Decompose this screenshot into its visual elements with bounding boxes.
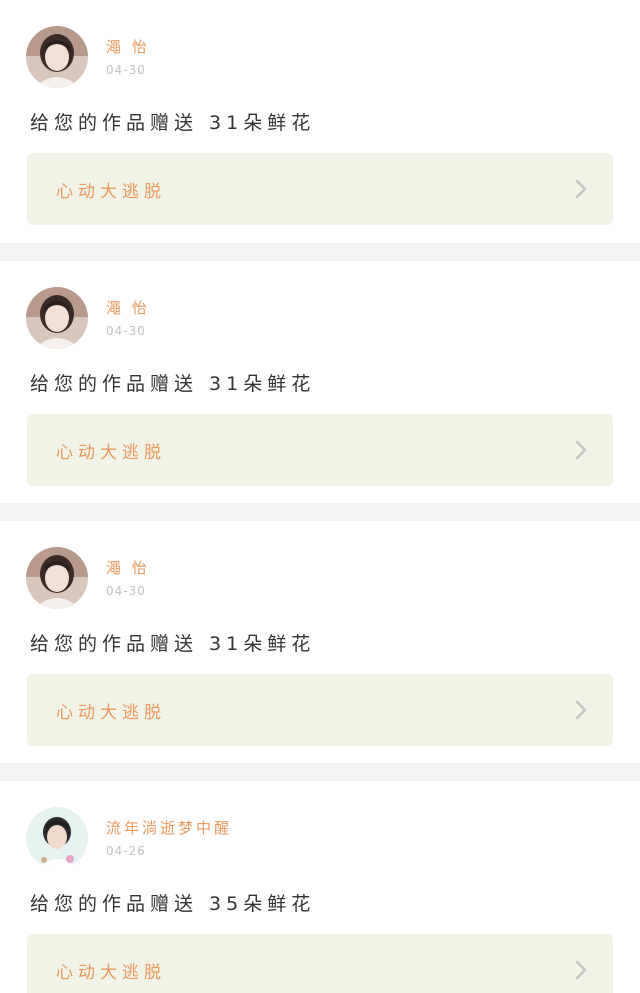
work-title: 心动大逃脱 (56, 702, 166, 723)
notification-card: 澠 怡 04-30 给您的作品赠送 31朵鲜花 心动大逃脱 (0, 0, 640, 243)
work-title: 心动大逃脱 (56, 962, 166, 983)
gift-message: 给您的作品赠送 35朵鲜花 (30, 893, 316, 915)
chevron-right-icon (575, 960, 587, 980)
sender-name[interactable]: 澠 怡 (106, 297, 150, 318)
work-link[interactable]: 心动大逃脱 (27, 674, 613, 746)
timestamp: 04-26 (106, 844, 146, 858)
timestamp: 04-30 (106, 63, 146, 77)
notification-page: 澠 怡 04-30 给您的作品赠送 31朵鲜花 心动大逃脱 澠 怡 04-30 … (0, 0, 640, 993)
user-photo-girl-icon (26, 547, 88, 609)
notification-card: 流年淌逝梦中醒 04-26 给您的作品赠送 35朵鲜花 心动大逃脱 (0, 781, 640, 993)
user-photo-girl-icon (26, 26, 88, 88)
gift-message: 给您的作品赠送 31朵鲜花 (30, 112, 316, 134)
avatar[interactable] (26, 26, 88, 88)
gift-message: 给您的作品赠送 31朵鲜花 (30, 373, 316, 395)
timestamp: 04-30 (106, 324, 146, 338)
sender-name[interactable]: 流年淌逝梦中醒 (106, 817, 232, 838)
work-title: 心动大逃脱 (56, 442, 166, 463)
chevron-right-icon (575, 440, 587, 460)
work-link[interactable]: 心动大逃脱 (27, 153, 613, 225)
timestamp: 04-30 (106, 584, 146, 598)
work-link[interactable]: 心动大逃脱 (27, 934, 613, 993)
chevron-right-icon (575, 179, 587, 199)
work-title: 心动大逃脱 (56, 181, 166, 202)
avatar[interactable] (26, 547, 88, 609)
sender-name[interactable]: 澠 怡 (106, 557, 150, 578)
user-photo-boy-icon (26, 807, 88, 869)
sender-name[interactable]: 澠 怡 (106, 36, 150, 57)
gift-message: 给您的作品赠送 31朵鲜花 (30, 633, 316, 655)
notification-card: 澠 怡 04-30 给您的作品赠送 31朵鲜花 心动大逃脱 (0, 521, 640, 763)
work-link[interactable]: 心动大逃脱 (27, 414, 613, 486)
user-photo-girl-icon (26, 287, 88, 349)
avatar[interactable] (26, 287, 88, 349)
notification-card: 澠 怡 04-30 给您的作品赠送 31朵鲜花 心动大逃脱 (0, 261, 640, 503)
chevron-right-icon (575, 700, 587, 720)
avatar[interactable] (26, 807, 88, 869)
